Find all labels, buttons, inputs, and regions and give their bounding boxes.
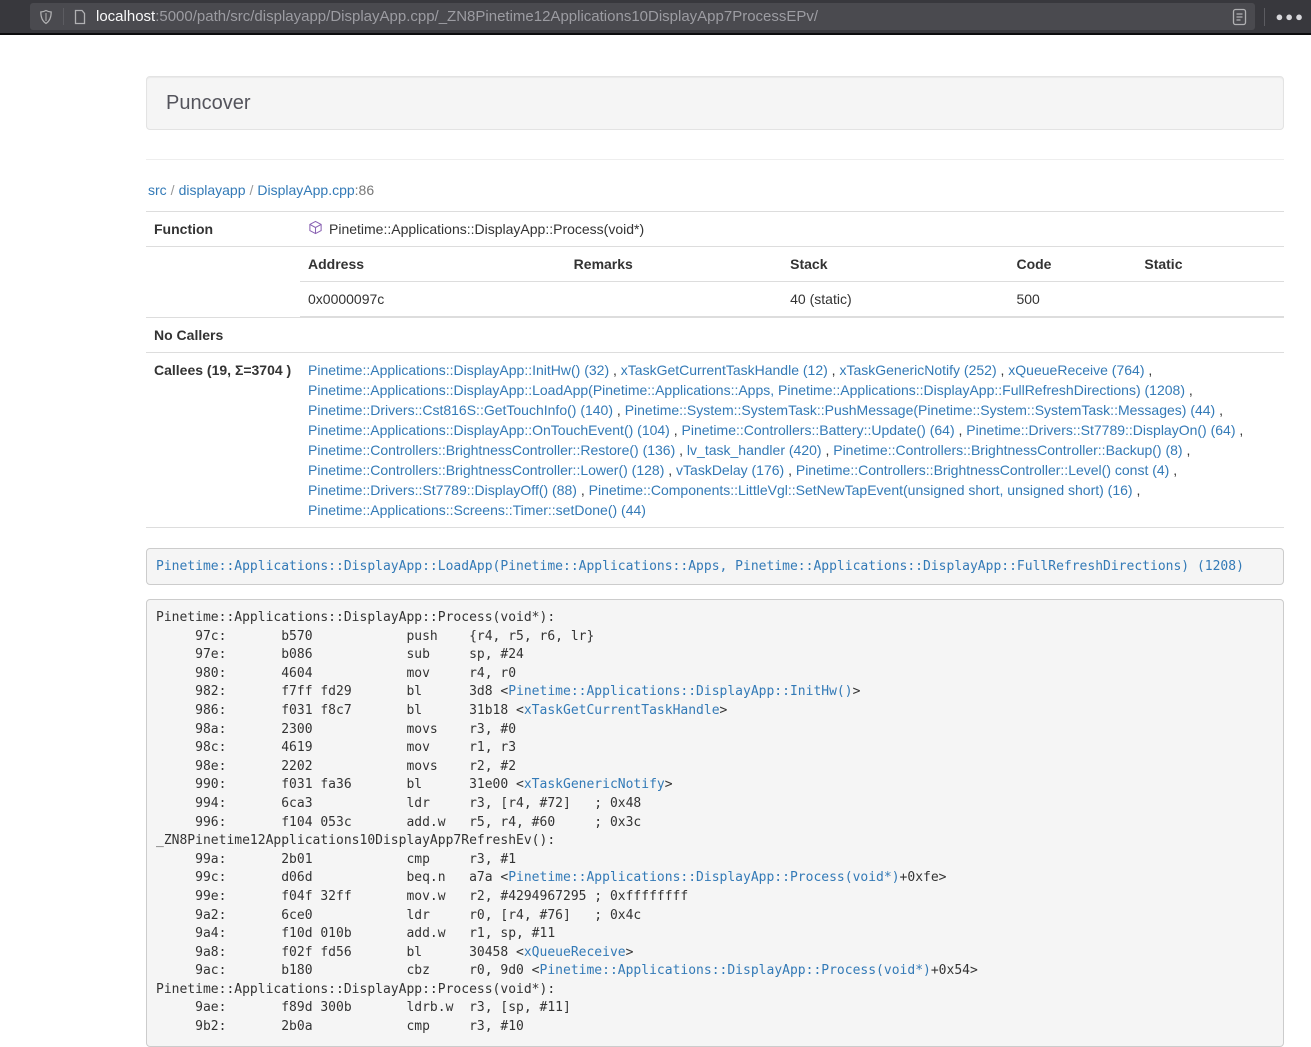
callee-link[interactable]: Pinetime::System::SystemTask::PushMessag… [625,402,1216,418]
callee-link[interactable]: Pinetime::Drivers::Cst816S::GetTouchInfo… [308,402,613,418]
callee-separator: , [1144,362,1152,378]
callee-link[interactable]: vTaskDelay (176) [676,462,784,478]
callee-separator: , [1215,402,1223,418]
function-table: Function Pinetime::Applications::Display… [146,211,1284,528]
menu-ellipsis-icon[interactable]: ●●● [1275,0,1311,34]
function-row: Function Pinetime::Applications::Display… [146,212,1284,247]
callee-separator: , [955,422,967,438]
code-symbol-link[interactable]: Pinetime::Applications::DisplayApp::Init… [508,684,852,699]
breadcrumb-link-file[interactable]: DisplayApp.cpp [257,182,354,198]
app-header-panel: Puncover [146,76,1284,130]
callee-link[interactable]: Pinetime::Controllers::BrightnessControl… [308,442,675,458]
stats-header-code: Code [1008,247,1136,282]
callee-separator: , [675,442,687,458]
callee-link[interactable]: Pinetime::Controllers::BrightnessControl… [308,462,664,478]
stats-header-stack: Stack [782,247,1008,282]
breadcrumb: src/displayapp/DisplayApp.cpp:86 [148,182,1284,198]
url-text[interactable]: localhost:5000/path/src/displayapp/Displ… [96,8,818,25]
callee-separator: , [613,402,625,418]
callee-link[interactable]: xTaskGenericNotify (252) [839,362,996,378]
callee-separator: , [670,422,682,438]
url-path: :5000/path/src/displayapp/DisplayApp.cpp… [155,8,818,25]
callee-link[interactable]: Pinetime::Controllers::BrightnessControl… [796,462,1169,478]
header-divider [146,159,1284,160]
stats-header-static: Static [1136,247,1284,282]
no-callers-label: No Callers [146,318,300,353]
stats-table: Address Remarks Stack Code Static 0x0000… [300,247,1284,317]
callee-link[interactable]: Pinetime::Drivers::St7789::DisplayOff() … [308,482,577,498]
callee-link[interactable]: Pinetime::Applications::DisplayApp::Init… [308,362,609,378]
function-name: Pinetime::Applications::DisplayApp::Proc… [329,219,644,239]
shield-icon[interactable] [38,9,54,25]
stats-remarks-value [566,282,782,317]
breadcrumb-line-number: :86 [355,182,374,198]
code-symbol-link[interactable]: xQueueReceive [524,945,626,960]
callee-link[interactable]: Pinetime::Applications::DisplayApp::Load… [308,382,1185,398]
callee-separator: , [1183,442,1191,458]
callee-separator: , [1133,482,1141,498]
stats-value-row: 0x0000097c 40 (static) 500 [300,282,1284,317]
callee-separator: , [577,482,589,498]
callee-link[interactable]: xTaskGetCurrentTaskHandle (12) [621,362,828,378]
callee-separator: , [664,462,676,478]
callees-row: Callees (19, Σ=3704 ) Pinetime::Applicat… [146,353,1284,528]
code-symbol-link[interactable]: xTaskGetCurrentTaskHandle [524,703,720,718]
code-symbol-link[interactable]: Pinetime::Applications::DisplayApp::Proc… [508,870,899,885]
breadcrumb-separator: / [250,182,254,198]
callee-link[interactable]: Pinetime::Applications::DisplayApp::OnTo… [308,422,670,438]
stats-address-value: 0x0000097c [300,282,566,317]
no-callers-row: No Callers [146,318,1284,353]
callee-link[interactable]: Pinetime::Controllers::Battery::Update()… [682,422,955,438]
callee-separator: , [609,362,621,378]
assembly-code: Pinetime::Applications::DisplayApp::Proc… [146,599,1284,1047]
callee-separator: , [784,462,796,478]
callee-separator: , [822,442,834,458]
breadcrumb-separator: / [171,182,175,198]
breadcrumb-link-src[interactable]: src [148,182,167,198]
urlbar-divider [63,8,64,25]
callee-link[interactable]: Pinetime::Drivers::St7789::DisplayOn() (… [966,422,1235,438]
callee-link[interactable]: lv_task_handler (420) [687,442,822,458]
cube-icon [308,220,323,240]
stats-static-value [1136,282,1284,317]
callee-separator: , [997,362,1009,378]
callee-link[interactable]: Pinetime::Applications::Screens::Timer::… [308,502,646,518]
selected-callee-panel: Pinetime::Applications::DisplayApp::Load… [146,548,1284,585]
callee-link[interactable]: Pinetime::Components::LittleVgl::SetNewT… [589,482,1133,498]
callee-separator: , [828,362,840,378]
toolbar-divider [1264,8,1265,26]
stats-header-row: Address Remarks Stack Code Static [300,247,1284,282]
selected-callee-link[interactable]: Pinetime::Applications::DisplayApp::Load… [156,559,1244,574]
callee-separator: , [1185,382,1193,398]
stats-header-remarks: Remarks [566,247,782,282]
function-label: Function [146,212,300,247]
callees-label: Callees (19, Σ=3704 ) [146,353,300,528]
page-container: Puncover src/displayapp/DisplayApp.cpp:8… [146,35,1284,1047]
stats-header-address: Address [300,247,566,282]
callees-list: Pinetime::Applications::DisplayApp::Init… [300,353,1284,528]
page-title: Puncover [166,91,1264,115]
breadcrumb-link-displayapp[interactable]: displayapp [179,182,246,198]
page-icon[interactable] [73,9,87,25]
callee-link[interactable]: xQueueReceive (764) [1008,362,1144,378]
stats-stack-value: 40 (static) [782,282,1008,317]
code-symbol-link[interactable]: Pinetime::Applications::DisplayApp::Proc… [540,963,931,978]
url-host: localhost [96,8,155,25]
browser-toolbar: localhost:5000/path/src/displayapp/Displ… [0,0,1311,35]
callee-link[interactable]: Pinetime::Controllers::BrightnessControl… [833,442,1182,458]
stats-code-value: 500 [1008,282,1136,317]
reader-view-icon[interactable] [1232,8,1247,26]
callee-separator: , [1236,422,1244,438]
code-symbol-link[interactable]: xTaskGenericNotify [524,777,665,792]
stats-row-wrapper: Address Remarks Stack Code Static 0x0000… [146,247,1284,318]
callee-separator: , [1169,462,1177,478]
url-bar[interactable]: localhost:5000/path/src/displayapp/Displ… [30,3,1255,30]
